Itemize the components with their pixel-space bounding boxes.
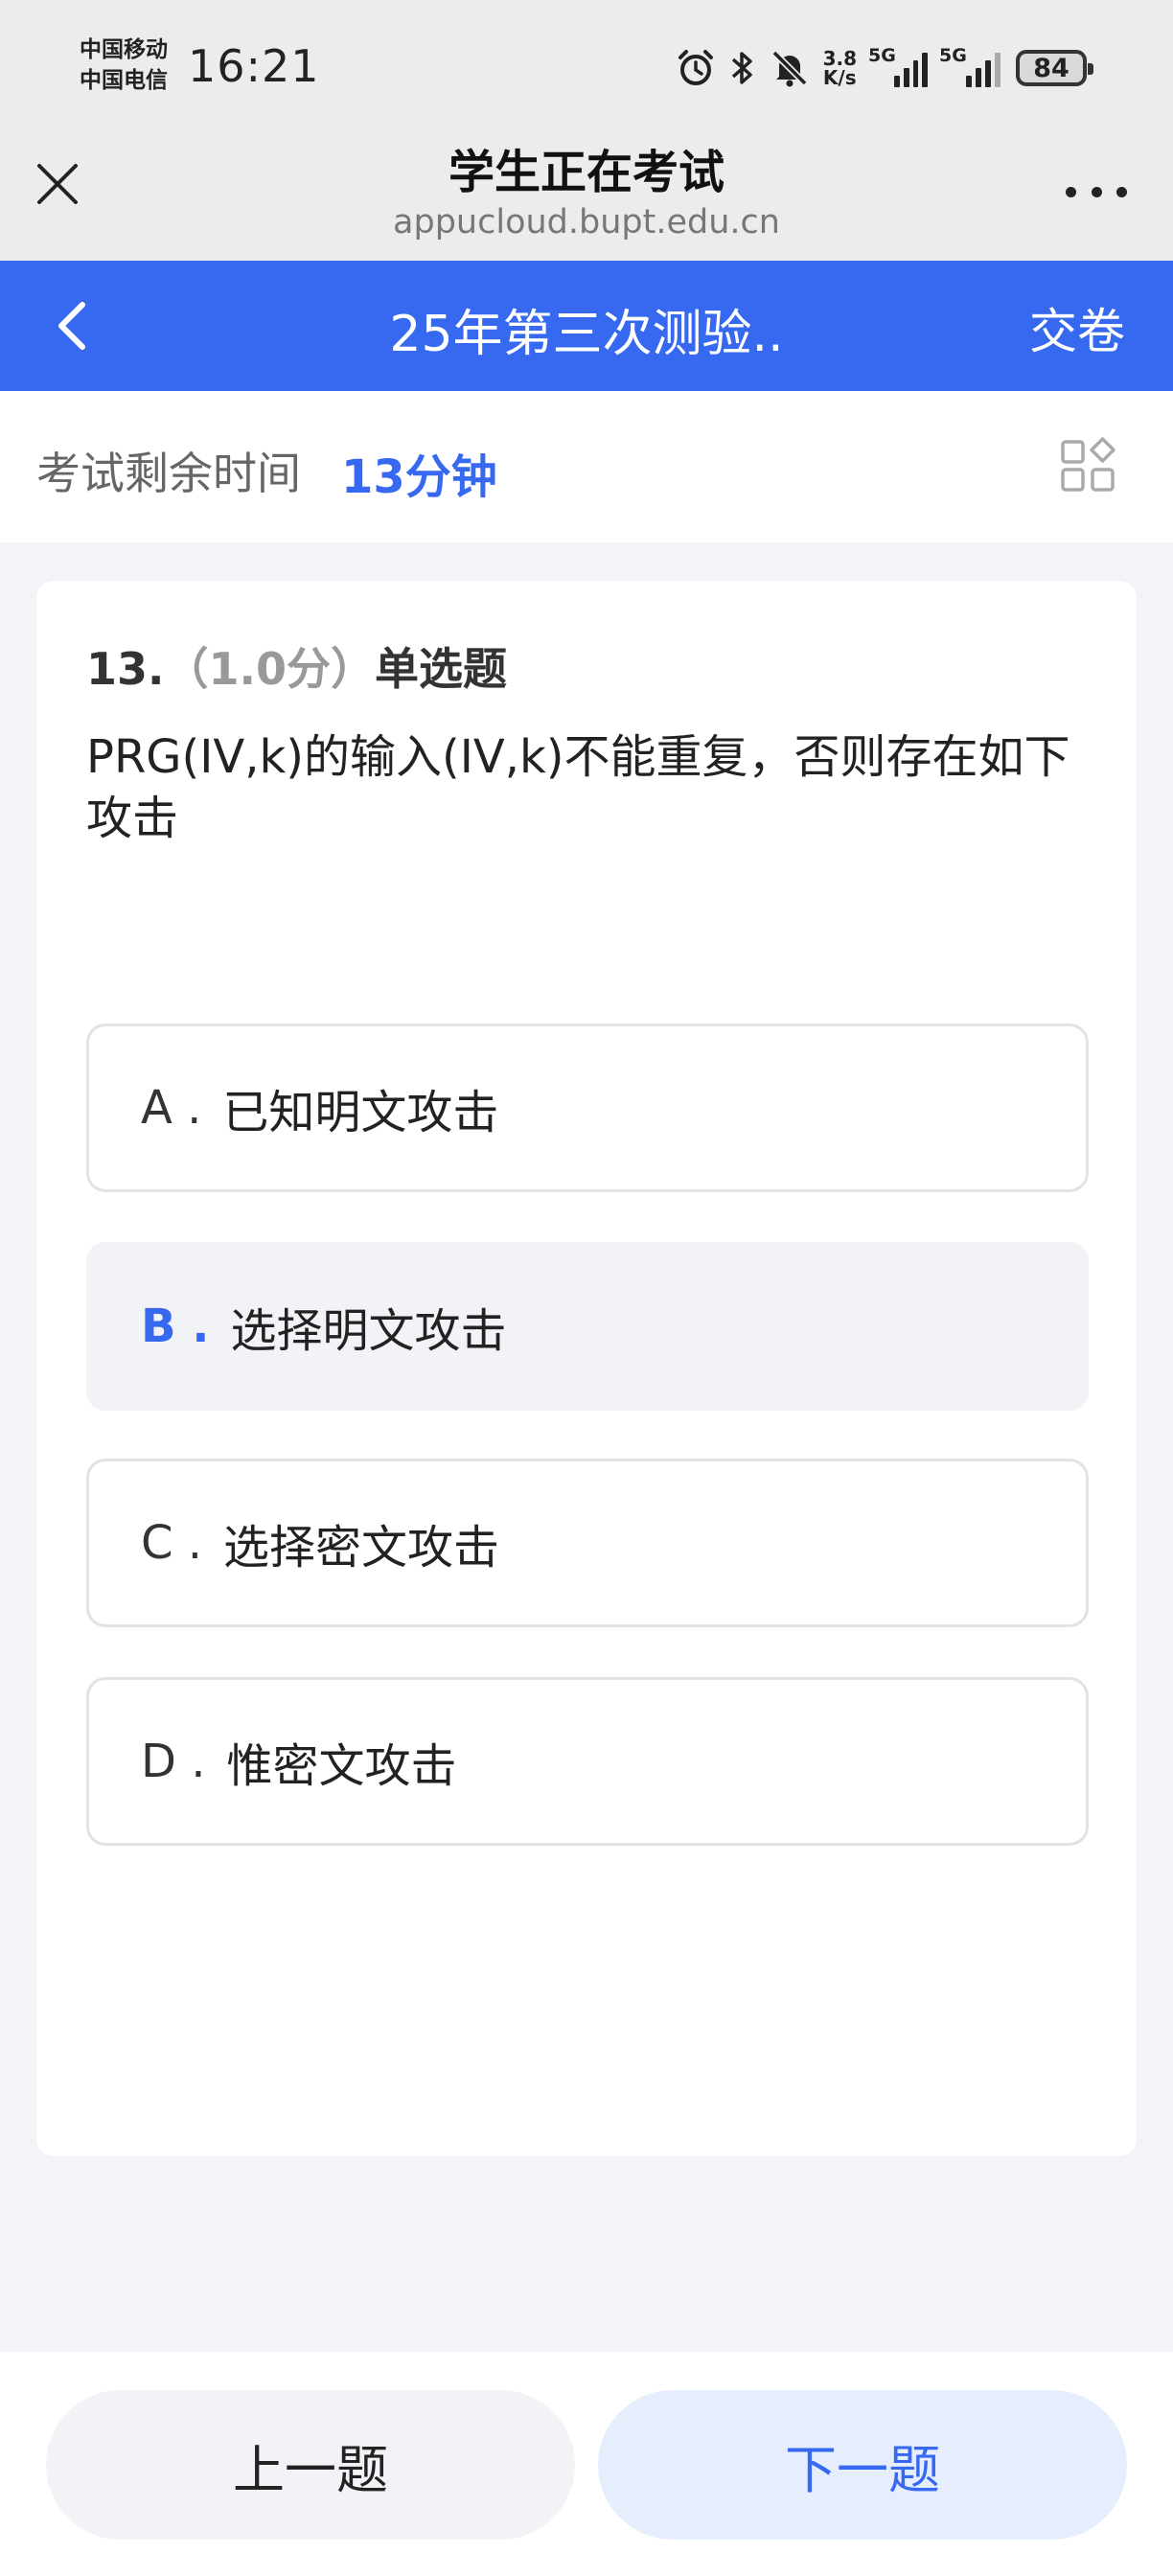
- battery-indicator: 84: [1016, 50, 1093, 86]
- signal-strength-1: 5G: [868, 45, 928, 87]
- option-key: A .: [141, 1081, 202, 1135]
- previous-question-button[interactable]: 上一题: [46, 2390, 575, 2540]
- option-text: 已知明文攻击: [222, 1086, 499, 1139]
- question-card: 13.（1.0分）单选题 PRG(IV,k)的输入(IV,k)不能重复，否则存在…: [36, 581, 1137, 2156]
- time-remaining-label: 考试剩余时间: [36, 448, 301, 499]
- timer-row: 考试剩余时间 13分钟: [0, 391, 1173, 542]
- option-c[interactable]: C . 选择密文攻击: [86, 1459, 1089, 1627]
- question-text: PRG(IV,k)的输入(IV,k)不能重复，否则存在如下攻击: [86, 730, 1070, 845]
- next-question-button[interactable]: 下一题: [598, 2390, 1127, 2540]
- question-score: （1.0分）: [164, 643, 376, 695]
- status-time: 16:21: [188, 40, 320, 92]
- option-d[interactable]: D . 惟密文攻击: [86, 1677, 1089, 1846]
- exam-title: 25年第三次测验..: [389, 306, 784, 363]
- option-text: 选择密文攻击: [223, 1521, 500, 1575]
- time-remaining-value: 13分钟: [341, 450, 497, 504]
- option-text: 选择明文攻击: [230, 1304, 507, 1358]
- more-options-icon[interactable]: [1066, 172, 1127, 211]
- option-key: C .: [141, 1516, 203, 1570]
- signal-strength-2: 5G: [939, 45, 1002, 87]
- status-bar: 中国移动 中国电信 16:21 3.8 K/s 5G 5G 84: [0, 0, 1173, 144]
- carrier-1: 中国移动: [80, 37, 168, 62]
- question-type: 单选题: [375, 643, 507, 695]
- exam-app-bar: 25年第三次测验.. 交卷: [0, 261, 1173, 391]
- option-b[interactable]: B . 选择明文攻击: [86, 1242, 1089, 1411]
- option-text: 惟密文攻击: [226, 1739, 457, 1793]
- browser-title: 学生正在考试: [448, 146, 724, 199]
- carrier-info: 中国移动 中国电信: [80, 34, 168, 96]
- mute-icon: [770, 48, 810, 88]
- option-key: B .: [141, 1300, 210, 1353]
- submit-exam-button[interactable]: 交卷: [1029, 293, 1125, 362]
- bottom-navigation: 上一题 下一题: [0, 2352, 1173, 2576]
- carrier-2: 中国电信: [80, 68, 168, 93]
- option-key: D .: [141, 1735, 206, 1788]
- question-number: 13.: [86, 643, 165, 695]
- question-header: 13.（1.0分）单选题: [86, 634, 507, 698]
- browser-url: appucloud.bupt.edu.cn: [393, 203, 780, 242]
- answer-sheet-grid-icon[interactable]: [1060, 437, 1117, 494]
- status-icons: 3.8 K/s 5G 5G 84: [676, 44, 1093, 92]
- alarm-icon: [676, 48, 716, 88]
- net-speed: 3.8 K/s: [822, 47, 857, 89]
- bluetooth-icon: [729, 48, 756, 88]
- option-a[interactable]: A . 已知明文攻击: [86, 1024, 1089, 1192]
